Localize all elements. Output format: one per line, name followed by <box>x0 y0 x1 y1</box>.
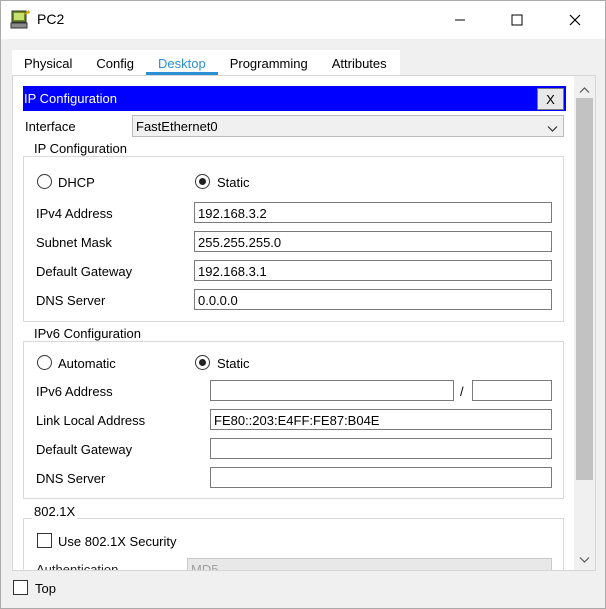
ipv6-static-label: Static <box>217 356 250 371</box>
authentication-select[interactable]: MD5 <box>187 558 552 571</box>
desktop-content-pane: IP Configuration X Interface FastEtherne… <box>12 75 596 571</box>
dot1x-group-legend: 802.1X <box>32 504 78 519</box>
ipv4-gateway-input[interactable]: 192.168.3.1 <box>194 260 552 281</box>
ipv6-address-label: IPv6 Address <box>36 384 113 399</box>
ipv6-gateway-input[interactable] <box>210 438 552 459</box>
ipv6-automatic-radio[interactable] <box>37 355 52 370</box>
pc-app-icon <box>9 9 31 31</box>
interface-label: Interface <box>25 119 76 134</box>
scroll-down-icon[interactable] <box>574 551 595 568</box>
ipv6-automatic-label: Automatic <box>58 356 116 371</box>
prefix-separator: / <box>460 384 464 399</box>
ipv4-dns-input[interactable]: 0.0.0.0 <box>194 289 552 310</box>
chevron-down-icon <box>547 121 558 136</box>
close-ip-config-button[interactable]: X <box>537 88 564 110</box>
link-local-input[interactable]: FE80::203:E4FF:FE87:B04E <box>210 409 552 430</box>
close-window-button[interactable] <box>552 1 598 39</box>
top-label: Top <box>35 581 56 596</box>
title-bar: PC2 <box>1 1 605 39</box>
vertical-scrollbar[interactable] <box>574 76 595 570</box>
ipv4-static-radio[interactable] <box>195 174 210 189</box>
ip-configuration-header: IP Configuration <box>23 86 566 111</box>
authentication-select-value: MD5 <box>191 562 219 571</box>
ipv6-address-input[interactable] <box>210 380 454 401</box>
ipv4-dns-label: DNS Server <box>36 293 106 308</box>
ipv6-dns-label: DNS Server <box>36 471 106 486</box>
ipv4-static-label: Static <box>217 175 250 190</box>
dhcp-radio[interactable] <box>37 174 52 189</box>
ipv4-gateway-label: Default Gateway <box>36 264 133 279</box>
ipv4-group-legend: IP Configuration <box>32 141 129 156</box>
tab-attributes[interactable]: Attributes <box>320 50 399 75</box>
ipv4-address-input[interactable]: 192.168.3.2 <box>194 202 552 223</box>
tab-programming[interactable]: Programming <box>218 50 320 75</box>
tab-physical[interactable]: Physical <box>12 50 84 75</box>
scroll-up-icon[interactable] <box>574 81 595 98</box>
link-local-label: Link Local Address <box>36 413 146 428</box>
ipv4-address-label: IPv4 Address <box>36 206 113 221</box>
interface-select[interactable]: FastEthernet0 <box>132 115 564 137</box>
tab-desktop[interactable]: Desktop <box>146 50 218 75</box>
subnet-mask-label: Subnet Mask <box>36 235 112 250</box>
ipv6-dns-input[interactable] <box>210 467 552 488</box>
top-checkbox[interactable] <box>13 580 28 595</box>
maximize-button[interactable] <box>494 1 540 39</box>
ipv6-prefix-input[interactable] <box>472 380 552 401</box>
pc2-window: PC2 Physical Config Desktop Programming … <box>0 0 606 609</box>
tab-bar: Physical Config Desktop Programming Attr… <box>12 50 400 75</box>
subnet-mask-input[interactable]: 255.255.255.0 <box>194 231 552 252</box>
use-8021x-label: Use 802.1X Security <box>58 534 177 549</box>
authentication-label: Authentication <box>36 562 119 571</box>
dhcp-label: DHCP <box>58 175 95 190</box>
minimize-button[interactable] <box>437 1 483 39</box>
scrollbar-thumb[interactable] <box>576 98 593 480</box>
use-8021x-checkbox[interactable] <box>37 533 52 548</box>
ipv6-gateway-label: Default Gateway <box>36 442 133 457</box>
ipv6-group-legend: IPv6 Configuration <box>32 326 143 341</box>
ipv6-static-radio[interactable] <box>195 355 210 370</box>
tab-config[interactable]: Config <box>84 50 146 75</box>
interface-select-value: FastEthernet0 <box>136 119 218 134</box>
window-title: PC2 <box>37 11 65 27</box>
